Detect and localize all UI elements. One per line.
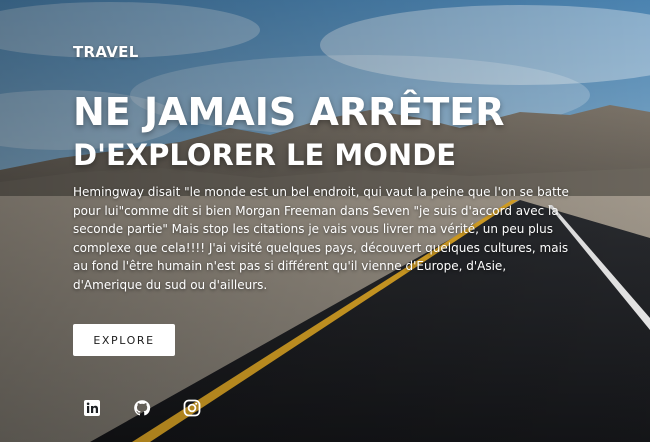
linkedin-icon xyxy=(84,400,100,416)
hero-description: Hemingway disait "le monde est un bel en… xyxy=(73,185,569,292)
hero-title-line-1: NE JAMAIS ARRÊTER xyxy=(73,90,505,134)
github-link[interactable] xyxy=(133,399,151,417)
social-links xyxy=(83,399,201,417)
instagram-link[interactable] xyxy=(183,399,201,417)
github-icon xyxy=(134,400,151,416)
explore-button[interactable]: EXPLORE xyxy=(73,324,175,356)
hero-title-line-2: D'EXPLORER LE MONDE xyxy=(73,138,457,172)
hero-section: TRAVEL NE JAMAIS ARRÊTER D'EXPLORER LE M… xyxy=(0,0,650,442)
category-label: TRAVEL xyxy=(73,43,139,61)
linkedin-link[interactable] xyxy=(83,399,101,417)
instagram-icon xyxy=(183,399,201,417)
